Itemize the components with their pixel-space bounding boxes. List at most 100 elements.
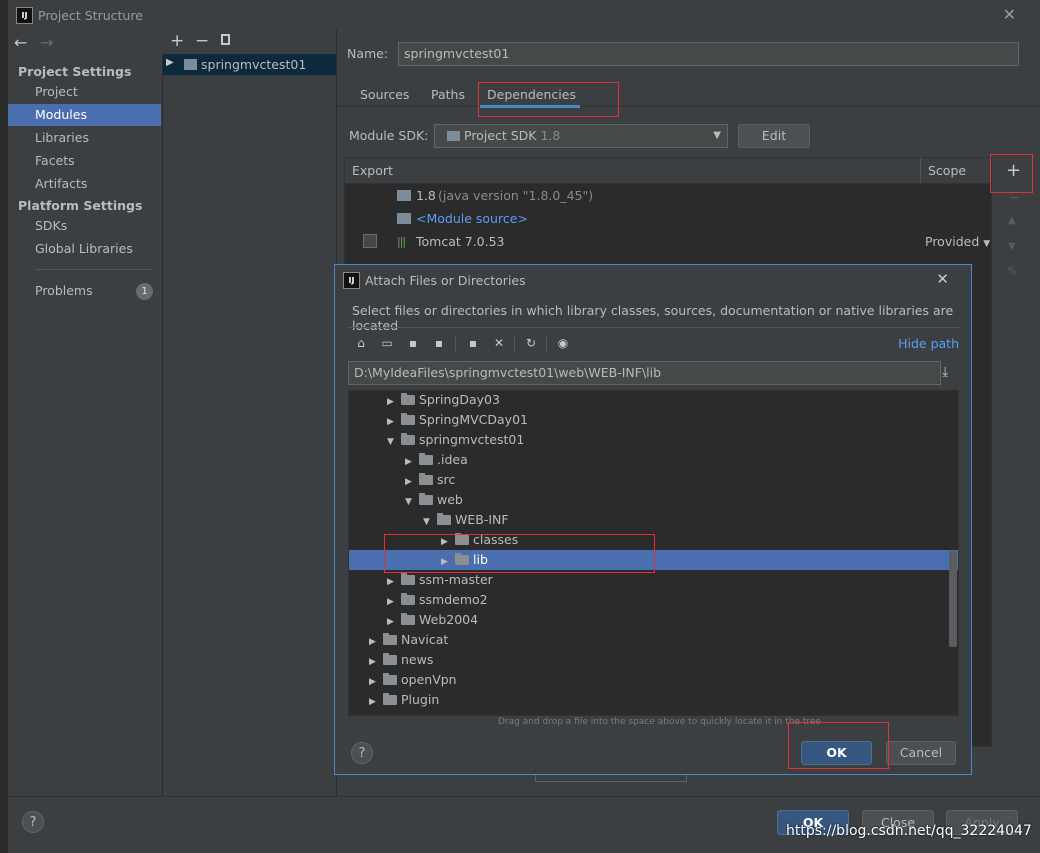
delete-icon[interactable]: ✕ — [490, 334, 508, 352]
expand-arrow-icon[interactable]: ▶ — [387, 612, 401, 632]
sidebar-item-sdks[interactable]: SDKs — [8, 215, 161, 237]
collapse-arrow-icon[interactable]: ▼ — [423, 512, 437, 532]
remove-icon[interactable]: − — [195, 31, 209, 51]
list-item[interactable]: ▶ .idea — [349, 450, 958, 472]
edit-button[interactable]: Edit — [738, 124, 810, 148]
sidebar-item-facets[interactable]: Facets — [8, 150, 161, 172]
expand-arrow-icon[interactable]: ▶ — [387, 412, 401, 432]
list-item-selected[interactable]: ▶ lib — [349, 550, 958, 572]
expand-arrow-icon[interactable]: ▶ — [441, 532, 455, 552]
expand-arrow-icon[interactable]: ▶ — [387, 392, 401, 412]
export-checkbox[interactable] — [363, 234, 377, 248]
nav-bar: ← → — [8, 30, 162, 56]
tab-dependencies[interactable]: Dependencies — [487, 87, 576, 102]
dep-name: Tomcat 7.0.53 — [416, 234, 505, 249]
tab-paths[interactable]: Paths — [431, 87, 465, 102]
sidebar-item-libraries[interactable]: Libraries — [8, 127, 161, 149]
list-item[interactable]: ▶ classes — [349, 530, 958, 552]
intellij-logo-icon: IJ — [343, 272, 360, 289]
move-up-icon[interactable]: ▲ — [1008, 215, 1016, 226]
sidebar-item-modules[interactable]: Modules — [8, 104, 161, 126]
module-name-field[interactable]: springmvctest01 — [398, 42, 1019, 66]
remove-dependency-icon[interactable]: − — [1008, 190, 1020, 206]
collapse-arrow-icon[interactable]: ▼ — [387, 432, 401, 452]
help-button[interactable]: ? — [22, 811, 44, 833]
tree-row-label: openVpn — [401, 672, 457, 687]
dialog-ok-button[interactable]: OK — [801, 741, 872, 765]
list-item[interactable]: ▶ Navicat — [349, 630, 958, 652]
project-folder-icon[interactable]: ▪ — [404, 334, 422, 352]
list-item[interactable]: ▶ Web2004 — [349, 610, 958, 632]
list-item[interactable]: ▶ SpringDay03 — [349, 391, 958, 412]
tree-scrollbar-thumb[interactable] — [949, 551, 957, 647]
folder-icon — [419, 453, 433, 465]
sdk-value: Project SDK — [464, 128, 537, 143]
list-item[interactable]: ▼ WEB-INF — [349, 510, 958, 532]
dialog-help-button[interactable]: ? — [351, 742, 373, 764]
copy-icon[interactable] — [221, 34, 230, 45]
module-sdk-label: Module SDK: — [349, 128, 429, 143]
expand-arrow-icon[interactable]: ▶ — [405, 452, 419, 472]
download-icon[interactable]: ⤓ — [942, 364, 948, 380]
add-dependency-icon[interactable]: + — [1006, 160, 1021, 181]
tree-row-label: web — [437, 492, 463, 507]
list-item[interactable]: ▼ springmvctest01 — [349, 430, 958, 452]
forward-arrow-icon[interactable]: → — [40, 33, 53, 52]
list-item[interactable]: ▶ Plugin — [349, 690, 958, 712]
table-row[interactable]: 1.8 (java version "1.8.0_45") — [345, 185, 991, 207]
expand-arrow-icon[interactable]: ▶ — [405, 472, 419, 492]
expand-arrow-icon[interactable]: ▶ — [369, 692, 383, 712]
list-item[interactable]: ▶ ssmdemo2 — [349, 590, 958, 612]
toolbar-separator — [514, 335, 515, 353]
settings-sidebar: Project Settings Project Modules Librari… — [8, 56, 163, 796]
new-folder-icon[interactable]: ▪ — [464, 334, 482, 352]
sidebar-item-project[interactable]: Project — [8, 81, 161, 103]
expand-arrow-icon[interactable]: ▶ — [369, 652, 383, 672]
path-field[interactable]: D:\MyIdeaFiles\springmvctest01\web\WEB-I… — [348, 361, 941, 385]
list-item[interactable]: ▶ ssm-master — [349, 570, 958, 592]
module-tree-row[interactable]: ▶ springmvctest01 — [163, 54, 336, 75]
tree-row-label: Web2004 — [419, 612, 479, 627]
sidebar-item-global-libraries[interactable]: Global Libraries — [8, 238, 161, 260]
folder-icon — [401, 393, 415, 405]
tree-row-label: springmvctest01 — [419, 432, 525, 447]
dialog-cancel-button[interactable]: Cancel — [886, 741, 956, 765]
move-down-icon[interactable]: ▼ — [1008, 241, 1016, 252]
folder-icon — [383, 673, 397, 685]
refresh-icon[interactable]: ↻ — [522, 334, 540, 352]
add-icon[interactable]: + — [170, 31, 184, 51]
show-hidden-icon[interactable]: ◉ — [554, 334, 572, 352]
tree-row-label: ssm-master — [419, 572, 493, 587]
dialog-description: Select files or directories in which lib… — [352, 303, 954, 333]
collapse-arrow-icon[interactable]: ▼ — [405, 492, 419, 512]
expand-arrow-icon[interactable]: ▶ — [369, 672, 383, 692]
home-icon[interactable]: ⌂ — [352, 334, 370, 352]
module-folder-icon[interactable]: ▪ — [430, 334, 448, 352]
tab-sources[interactable]: Sources — [360, 87, 409, 102]
list-item[interactable]: ▶ news — [349, 650, 958, 672]
expand-arrow-icon[interactable]: ▶ — [387, 572, 401, 592]
edit-pencil-icon[interactable]: ✎ — [1007, 265, 1018, 280]
table-row[interactable]: <Module source> — [345, 208, 991, 230]
list-item[interactable]: ▼ web — [349, 490, 958, 512]
sidebar-item-artifacts[interactable]: Artifacts — [8, 173, 161, 195]
expand-arrow-icon[interactable]: ▶ — [369, 632, 383, 652]
module-sdk-select[interactable]: Project SDK 1.8 ▼ — [434, 124, 728, 148]
close-icon[interactable]: ✕ — [1003, 5, 1016, 24]
scope-select[interactable]: Provided ▼ — [925, 234, 990, 249]
list-item[interactable]: ▶ SpringMVCDay01 — [349, 410, 958, 432]
expand-arrow-icon[interactable]: ▶ — [166, 57, 174, 68]
hide-path-link[interactable]: Hide path — [898, 336, 959, 351]
list-item[interactable]: ▶ openVpn — [349, 670, 958, 692]
folder-icon — [401, 573, 415, 585]
desktop-icon[interactable]: ▭ — [378, 334, 396, 352]
tree-row-label: WEB-INF — [455, 512, 509, 527]
dialog-title: Attach Files or Directories — [365, 273, 526, 288]
sidebar-item-problems[interactable]: Problems 1 — [8, 280, 161, 302]
expand-arrow-icon[interactable]: ▶ — [441, 552, 455, 572]
table-row[interactable]: ||| Tomcat 7.0.53 Provided ▼ — [345, 231, 991, 253]
dialog-close-icon[interactable]: ✕ — [936, 270, 949, 288]
back-arrow-icon[interactable]: ← — [14, 33, 27, 52]
list-item[interactable]: ▶ src — [349, 470, 958, 492]
expand-arrow-icon[interactable]: ▶ — [387, 592, 401, 612]
